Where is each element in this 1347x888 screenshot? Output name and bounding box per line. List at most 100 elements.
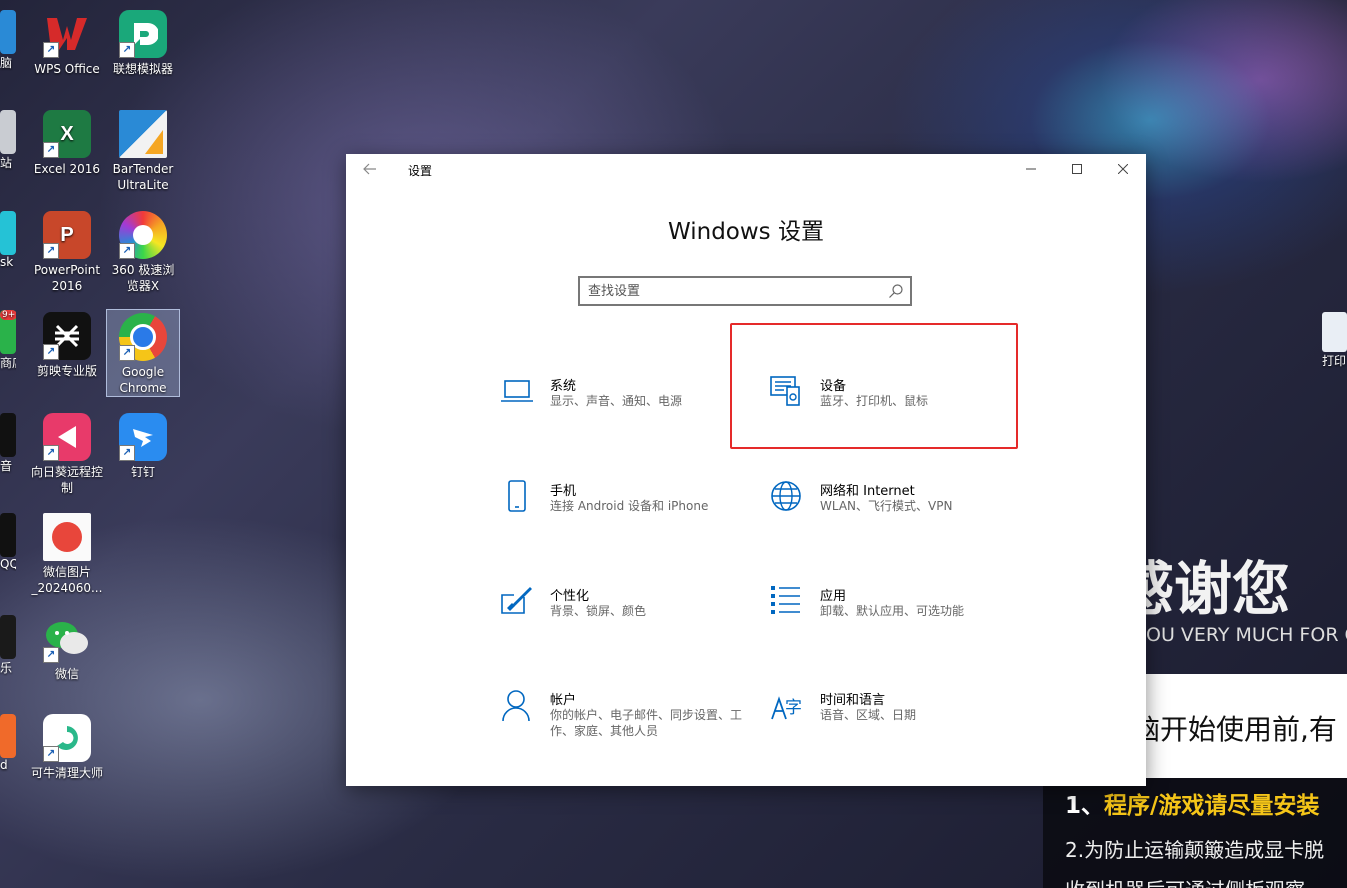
tile-description: 背景、锁屏、颜色: [550, 604, 647, 618]
wps-icon: ↗: [43, 10, 91, 58]
desktop-icon-label: 剪映专业版: [36, 364, 97, 378]
app-icon: [0, 413, 16, 457]
desktop-icon-label: 360 极速浏览器X: [111, 263, 175, 293]
back-button[interactable]: [360, 160, 380, 180]
tile-description: 语音、区域、日期: [820, 708, 917, 722]
tile-phone[interactable]: 手机 连接 Android 设备和 iPhone: [500, 480, 740, 544]
promo-headline: 感谢您: [1146, 555, 1291, 623]
tile-accounts[interactable]: 帐户 你的帐户、电子邮件、同步设置、工作、家庭、其他人员: [500, 689, 742, 753]
search-box[interactable]: [578, 276, 912, 306]
clipped-desktop-icon[interactable]: 9+ 商店: [0, 310, 16, 371]
tile-network[interactable]: 网络和 Internet WLAN、飞行模式、VPN: [770, 480, 1010, 544]
window-title: 设置: [408, 164, 433, 178]
desktop-icon-label: 微信图片_2024060...: [31, 565, 103, 595]
app-icon: [0, 714, 16, 758]
desktop-icon-label: WPS Office: [34, 62, 100, 76]
desktop-icon-excel[interactable]: X ↗ Excel 2016: [31, 110, 103, 177]
desktop-icon-jianying[interactable]: ↗ 剪映专业版: [31, 312, 103, 379]
excel-icon: X ↗: [43, 110, 91, 158]
desktop-icon-label: 微信: [54, 667, 79, 681]
tile-title: 帐户: [550, 693, 577, 708]
tile-title: 网络和 Internet: [820, 484, 915, 499]
desktop-icon-wps[interactable]: ↗ WPS Office: [31, 10, 103, 77]
recycle-bin-icon: [0, 110, 16, 154]
page-title: Windows 设置: [668, 219, 824, 245]
desktop-icon-label: BarTender UltraLite: [112, 162, 174, 192]
desktop-icon-label: PowerPoint 2016: [33, 263, 101, 293]
close-button[interactable]: [1100, 154, 1146, 186]
globe-icon: [771, 481, 801, 511]
clipped-desktop-icon[interactable]: 脑: [0, 10, 16, 71]
tile-description: 显示、声音、通知、电源: [550, 394, 683, 408]
tile-apps[interactable]: 应用 卸载、默认应用、可选功能: [770, 585, 1010, 649]
clipped-desktop-icon[interactable]: QQ: [0, 513, 16, 571]
promo-line-3: 收到机器后可通过侧板观察: [1065, 874, 1305, 888]
desktop-icon-wechat-image[interactable]: 微信图片_2024060...: [31, 513, 103, 596]
desktop-icon-keniu-cleaner[interactable]: ↗ 可牛清理大师: [31, 714, 103, 781]
minimize-icon: [1026, 168, 1036, 170]
desktop-icon-label: 向日葵远程控制: [31, 465, 104, 495]
settings-window: 设置 Windows 设置 系统 显示、声音、通知、电源 设备 蓝牙、打印机、鼠…: [346, 154, 1146, 786]
tile-description: 你的帐户、电子邮件、同步设置、工作、家庭、其他人员: [550, 708, 743, 738]
svg-text:字: 字: [785, 698, 802, 718]
sunlogin-icon: ↗: [43, 413, 91, 461]
minimize-button[interactable]: [1008, 154, 1054, 186]
paint-icon: [501, 587, 532, 614]
title-bar: 设置: [346, 154, 1146, 186]
apps-icon: [771, 586, 800, 614]
tile-system[interactable]: 系统 显示、声音、通知、电源: [500, 375, 740, 439]
powerpoint-icon: P ↗: [43, 211, 91, 259]
music-icon: [0, 615, 16, 659]
printer-file-icon: [1322, 312, 1347, 352]
store-icon: 9+: [0, 310, 16, 354]
time-language-icon: 字: [771, 696, 802, 720]
tile-description: 连接 Android 设备和 iPhone: [550, 499, 709, 513]
desktop-icon-bartender[interactable]: BarTender UltraLite: [107, 110, 179, 193]
desktop-icon-powerpoint[interactable]: P ↗ PowerPoint 2016: [31, 211, 103, 294]
tile-title: 手机: [550, 484, 577, 499]
desktop-icon-360-browser[interactable]: ↗ 360 极速浏览器X: [107, 211, 179, 294]
tile-personalization[interactable]: 个性化 背景、锁屏、颜色: [500, 585, 740, 649]
notification-badge: 9+: [0, 310, 16, 320]
desktop-icon-sunlogin[interactable]: ↗ 向日葵远程控制: [31, 413, 103, 496]
back-arrow-icon: [363, 163, 376, 175]
app-icon: [0, 211, 16, 255]
promo-bottom-panel: 1、程序/游戏请尽量安装 2.为防止运输颠簸造成显卡脱 收到机器后可通过侧板观察: [1043, 778, 1347, 888]
clipped-desktop-icon[interactable]: 站: [0, 110, 16, 171]
search-icon[interactable]: [888, 283, 904, 299]
promo-white-bar: 脑开始使用前,有: [1132, 674, 1347, 778]
maximize-icon: [1072, 164, 1082, 174]
clipped-desktop-icon[interactable]: 音: [0, 413, 16, 474]
tile-title: 时间和语言: [820, 693, 886, 708]
desktop-icon-chrome[interactable]: ↗ Google Chrome: [106, 309, 180, 397]
tile-title: 系统: [550, 379, 577, 394]
emulator-icon: ↗: [119, 10, 167, 58]
browser-360-icon: ↗: [119, 211, 167, 259]
clipped-desktop-icon[interactable]: sk: [0, 211, 16, 269]
promo-bar-text: 脑开始使用前,有: [1132, 713, 1337, 746]
dingtalk-icon: ↗: [119, 413, 167, 461]
desktop-icon-dingtalk[interactable]: ↗ 钉钉: [107, 413, 179, 480]
desktop-icon-label: Excel 2016: [33, 162, 101, 176]
search-input[interactable]: [588, 282, 878, 300]
clipped-desktop-icon-right[interactable]: 打印: [1322, 312, 1347, 369]
maximize-button[interactable]: [1054, 154, 1100, 186]
highlight-box: [730, 323, 1018, 449]
desktop-icon-label: 钉钉: [130, 465, 155, 479]
desktop-icon-wechat[interactable]: ↗ 微信: [31, 615, 103, 682]
phone-icon: [508, 480, 526, 512]
chrome-icon: ↗: [119, 313, 167, 361]
desktop-icon-label: 可牛清理大师: [31, 766, 104, 780]
desktop-icon-label: Google Chrome: [119, 365, 167, 395]
promo-line-1: 1、程序/游戏请尽量安装: [1065, 793, 1320, 819]
person-icon: [502, 690, 530, 722]
clipped-desktop-icon[interactable]: 乐: [0, 615, 16, 676]
promo-subline: OU VERY MUCH FOR C: [1146, 624, 1347, 646]
bartender-icon: [119, 110, 167, 158]
tile-description: 卸载、默认应用、可选功能: [820, 604, 965, 618]
clipped-desktop-icon[interactable]: d: [0, 714, 16, 772]
tile-time-language[interactable]: 字 时间和语言 语音、区域、日期: [770, 689, 1010, 753]
computer-icon: [0, 10, 16, 54]
jianying-icon: ↗: [43, 312, 91, 360]
desktop-icon-lenovo-emulator[interactable]: ↗ 联想模拟器: [107, 10, 179, 77]
